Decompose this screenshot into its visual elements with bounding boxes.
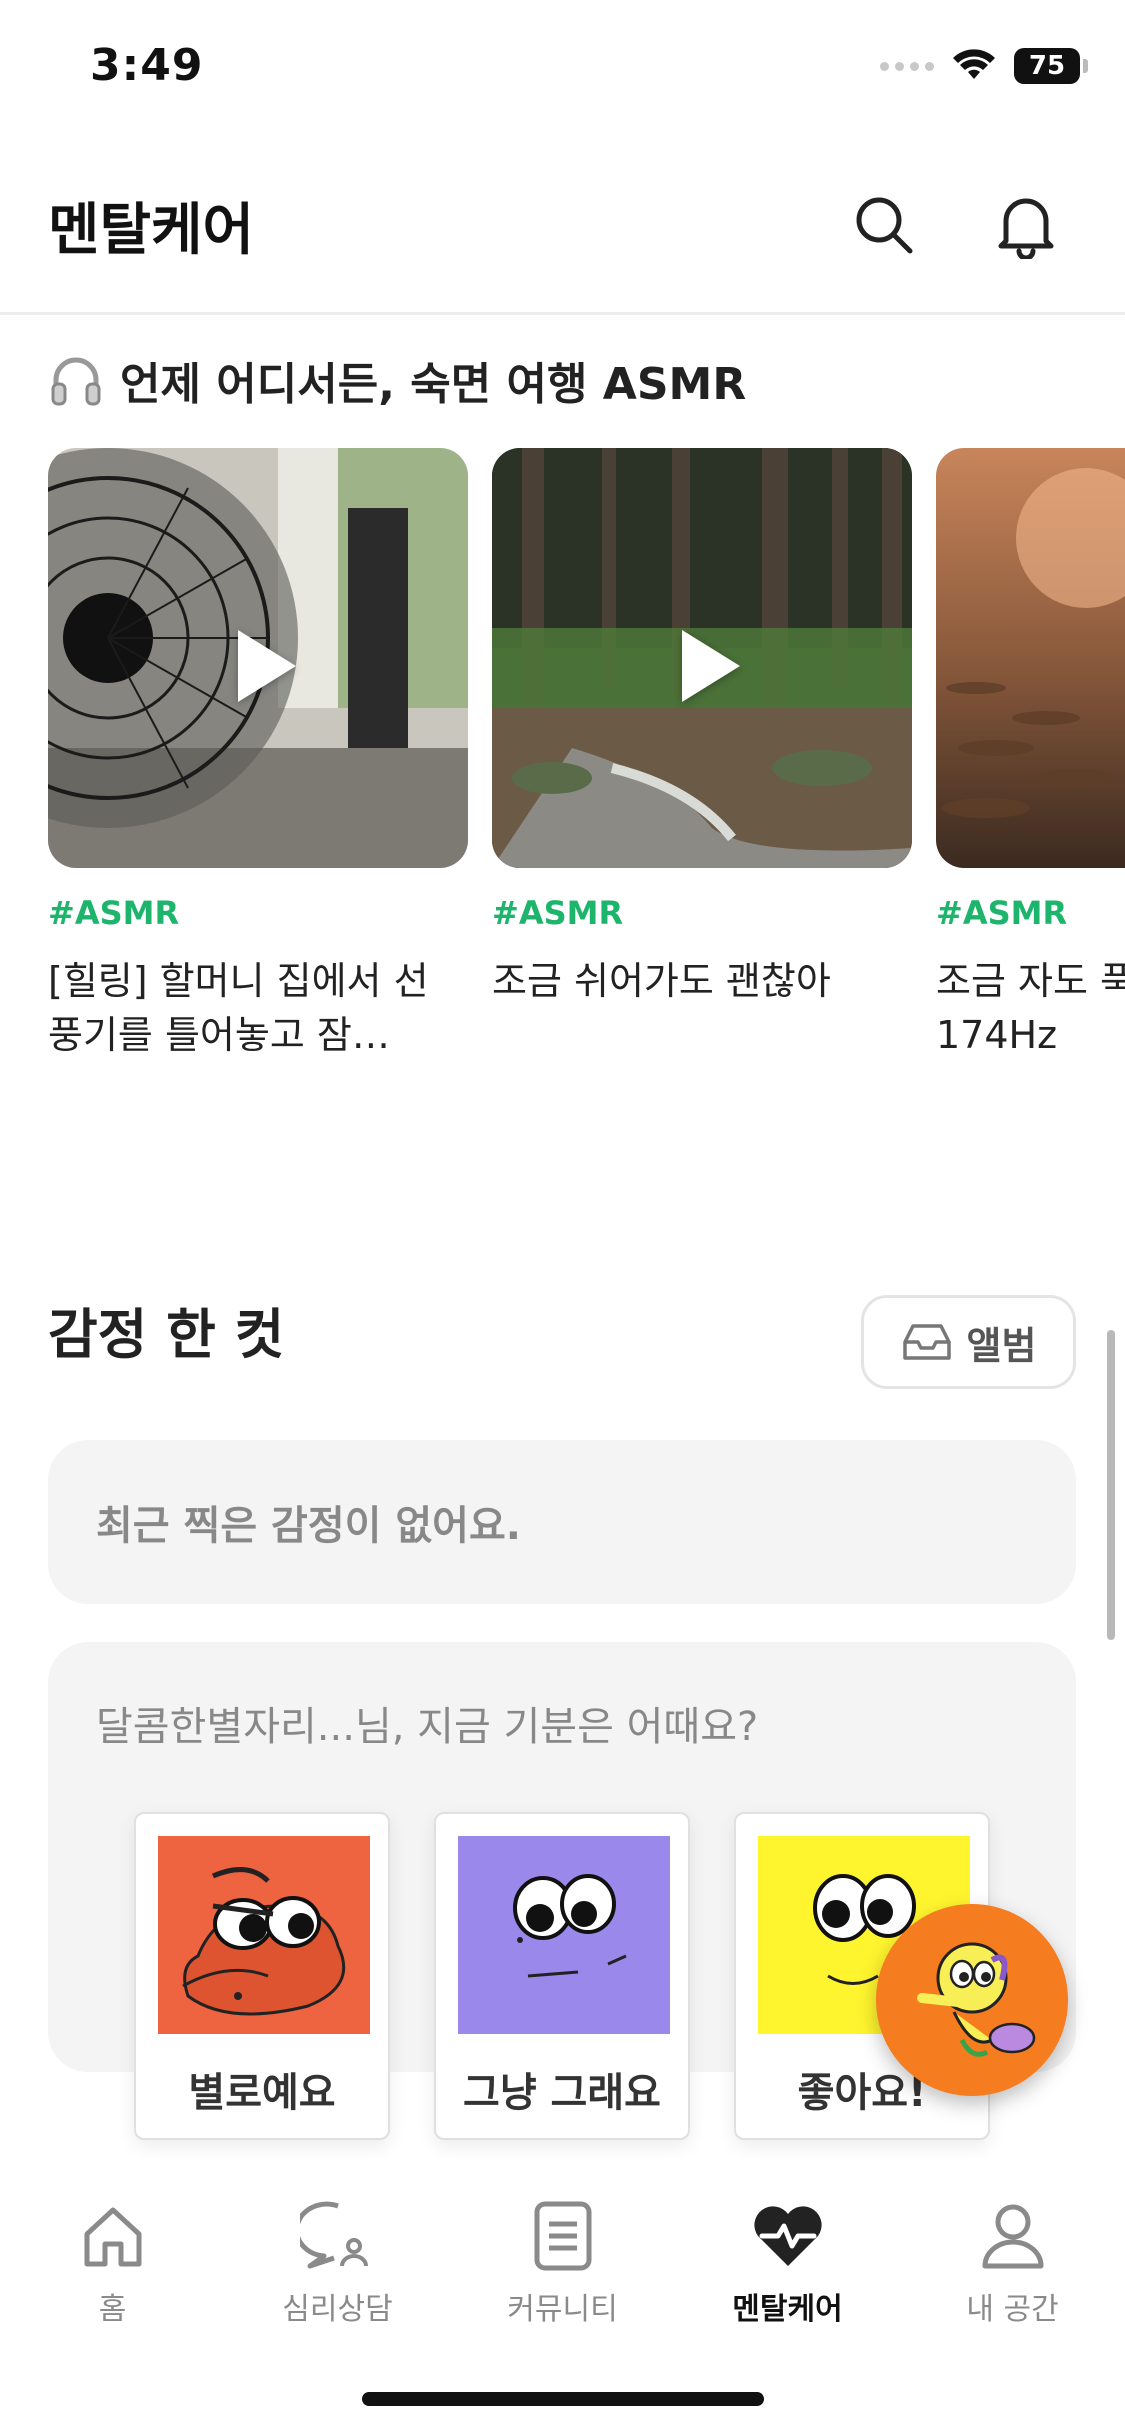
- mood-question: 달콤한별자리...님, 지금 기분은 어때요?: [96, 1704, 759, 1750]
- signal-dots-icon: [880, 61, 934, 71]
- asmr-thumbnail[interactable]: [48, 448, 468, 868]
- tab-label: 내 공간: [966, 2292, 1059, 2327]
- tab-label: 커뮤니티: [507, 2292, 618, 2327]
- tab-home[interactable]: 홈: [0, 2198, 225, 2328]
- bell-icon: [998, 198, 1054, 259]
- asmr-thumbnail[interactable]: [936, 448, 1125, 868]
- chat-person-icon: [298, 2198, 378, 2274]
- asmr-card[interactable]: #ASMR 조금 쉬어가도 괜찮아: [492, 448, 912, 1003]
- asmr-tag[interactable]: #ASMR: [48, 894, 179, 932]
- home-icon: [73, 2198, 153, 2274]
- mascot-floating-button[interactable]: [876, 1904, 1068, 2096]
- app-header: 멘탈케어: [0, 135, 1125, 315]
- headphones-icon: [51, 357, 101, 406]
- asmr-tag[interactable]: #ASMR: [936, 894, 1067, 932]
- tab-label: 심리상담: [282, 2292, 393, 2327]
- album-label: 앨범: [966, 1323, 1037, 1368]
- tab-label: 멘탈케어: [732, 2292, 843, 2327]
- mascot-character-icon: [917, 1942, 1036, 2057]
- asmr-tag[interactable]: #ASMR: [492, 894, 623, 932]
- album-button[interactable]: 앨범: [861, 1295, 1076, 1389]
- tab-label: 홈: [98, 2292, 127, 2327]
- recent-emotion-empty: 최근 찍은 감정이 없어요.: [48, 1440, 1076, 1604]
- mood-label: 그냥 그래요: [463, 2070, 661, 2116]
- play-icon[interactable]: [238, 630, 296, 702]
- asmr-thumbnail[interactable]: [492, 448, 912, 868]
- play-icon[interactable]: [682, 630, 740, 702]
- emotion-section-title: 감정 한 컷: [48, 1303, 285, 1366]
- status-icons: 75: [880, 48, 1088, 84]
- document-icon: [523, 2198, 603, 2274]
- mood-card-neutral[interactable]: 그냥 그래요: [434, 1812, 690, 2140]
- bad-mood-illustration: [158, 1836, 370, 2034]
- heart-pulse-icon: [748, 2198, 828, 2274]
- asmr-carousel[interactable]: #ASMR [힐링] 할머니 집에서 선풍기를 틀어놓고 잠… #ASMR 조금…: [0, 448, 1125, 1088]
- bokeh-image: [936, 448, 1125, 868]
- mood-card-bad[interactable]: 별로예요: [134, 1812, 390, 2140]
- neutral-mood-illustration: [458, 1836, 670, 2034]
- person-icon: [973, 2198, 1053, 2274]
- search-icon: [856, 197, 913, 254]
- asmr-heading: 언제 어디서든, 숙면 여행 ASMR: [120, 359, 747, 410]
- inbox-tray-icon: [902, 1324, 951, 1360]
- status-time: 3:49: [90, 40, 204, 91]
- asmr-card[interactable]: #ASMR 조금 자도 푹 174Hz: [936, 448, 1125, 1057]
- tab-community[interactable]: 커뮤니티: [450, 2198, 675, 2328]
- scrollbar[interactable]: [1107, 1330, 1115, 1640]
- asmr-title[interactable]: 조금 자도 푹 174Hz: [936, 954, 1125, 1062]
- tab-my-space[interactable]: 내 공간: [900, 2198, 1125, 2328]
- wifi-icon: [953, 49, 995, 79]
- asmr-section-heading: 언제 어디서든, 숙면 여행 ASMR: [48, 348, 746, 412]
- notification-button[interactable]: [988, 187, 1064, 263]
- empty-message: 최근 찍은 감정이 없어요.: [96, 1503, 521, 1549]
- battery-level: 75: [1028, 51, 1066, 81]
- mood-label: 별로예요: [188, 2070, 336, 2116]
- status-bar: 3:49 75: [0, 0, 1125, 135]
- asmr-title[interactable]: [힐링] 할머니 집에서 선풍기를 틀어놓고 잠…: [48, 954, 458, 1062]
- tab-mental-care[interactable]: 멘탈케어: [675, 2198, 900, 2328]
- home-indicator: [362, 2392, 764, 2406]
- page-title: 멘탈케어: [48, 198, 255, 263]
- tab-counseling[interactable]: 심리상담: [225, 2198, 450, 2328]
- asmr-title[interactable]: 조금 쉬어가도 괜찮아: [492, 954, 902, 1008]
- battery-icon: 75: [1014, 48, 1088, 84]
- asmr-card[interactable]: #ASMR [힐링] 할머니 집에서 선풍기를 틀어놓고 잠…: [48, 448, 468, 1057]
- search-button[interactable]: [846, 187, 922, 263]
